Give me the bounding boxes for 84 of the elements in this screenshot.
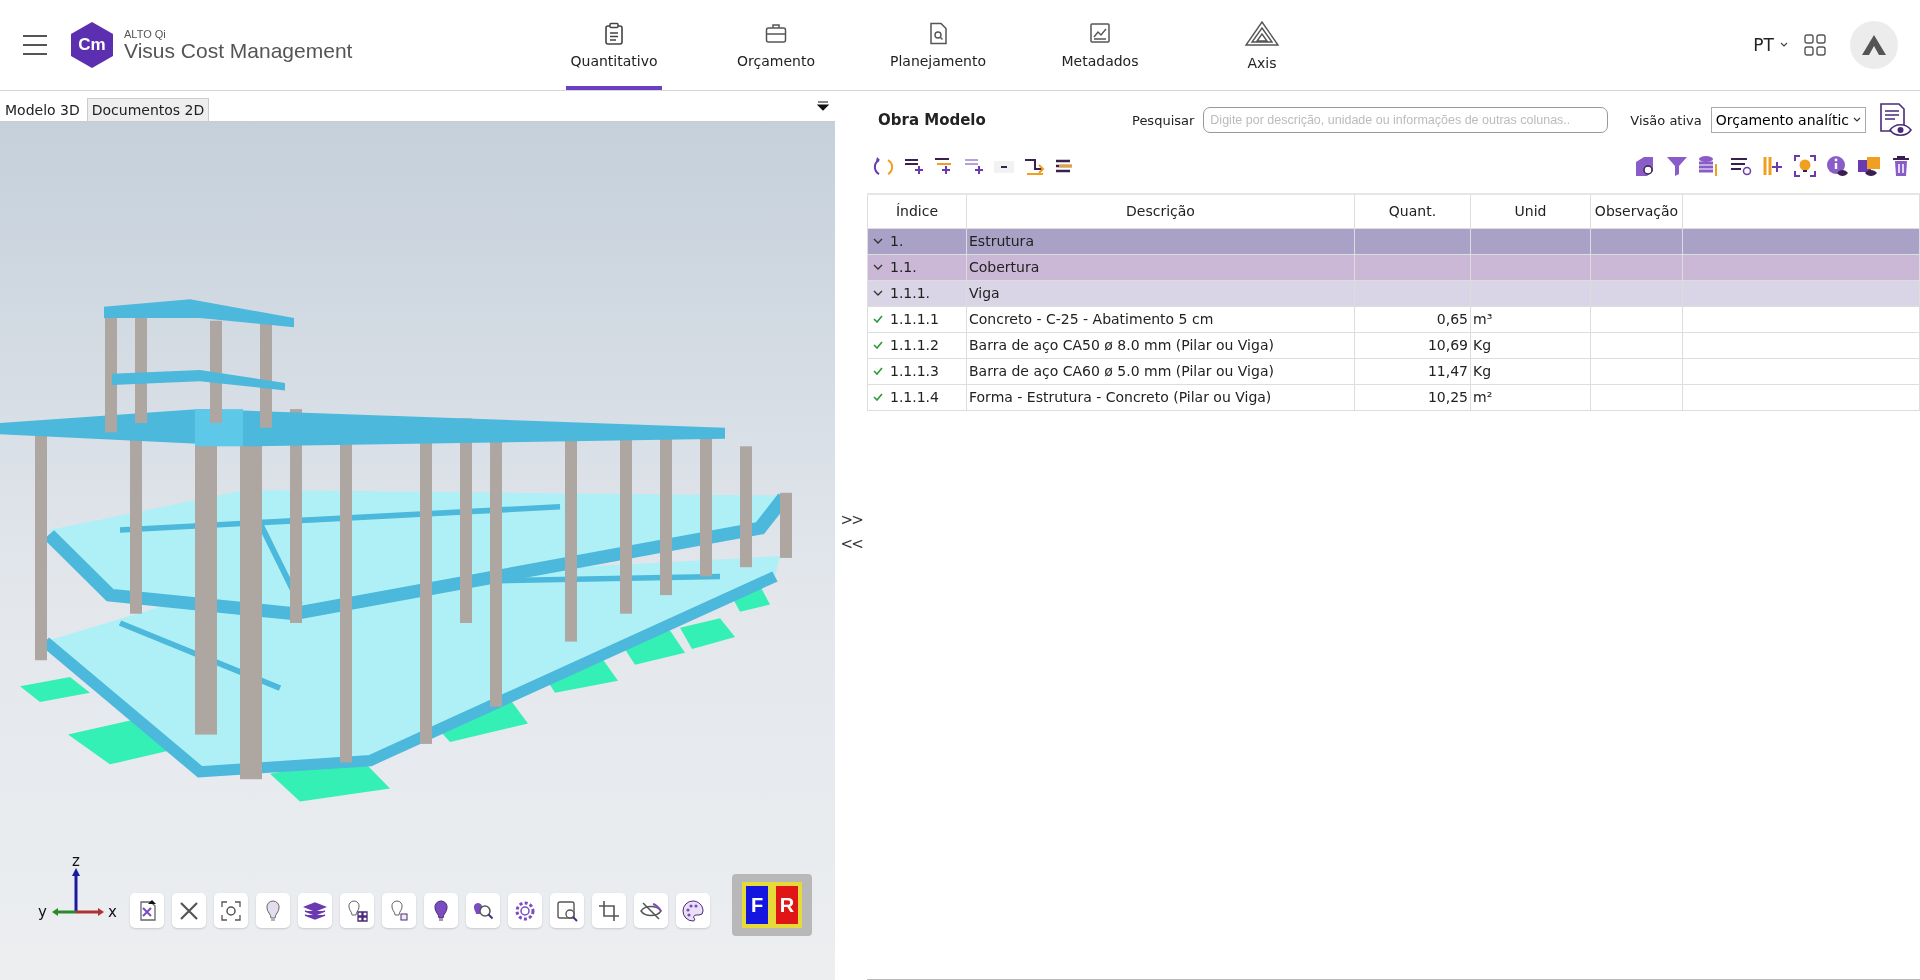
viewer-tool-button[interactable] bbox=[214, 893, 248, 928]
viewer-tab[interactable]: Documentos 2D bbox=[86, 98, 210, 121]
row-index: 1.1.1.3 bbox=[890, 363, 939, 379]
logo-badge: Cm bbox=[70, 21, 114, 69]
unit-cell: Kg bbox=[1470, 358, 1591, 384]
chevron-down-icon bbox=[873, 237, 883, 245]
focus-target-icon bbox=[219, 898, 243, 923]
quantity-cell: 10,69 bbox=[1354, 332, 1471, 358]
search-field[interactable]: Digite por descrição, unidade ou informações de outras colunas.. bbox=[1203, 107, 1609, 133]
row-index: 1.1.1. bbox=[890, 285, 931, 301]
chart-icon bbox=[1089, 21, 1111, 45]
document-view-icon[interactable] bbox=[1878, 102, 1912, 138]
expand-toggle[interactable] bbox=[873, 263, 883, 271]
description-cell: Barra de aço CA60 ø 5.0 mm (Pilar ou Viga) bbox=[966, 358, 1355, 384]
viewer-tool-button[interactable] bbox=[466, 893, 500, 928]
crop-icon bbox=[597, 898, 621, 923]
viewer-tool-button[interactable] bbox=[550, 893, 584, 928]
chevron-down-icon bbox=[1853, 117, 1861, 123]
zoom-area-icon bbox=[555, 898, 579, 923]
row-index: 1.1.1.4 bbox=[890, 389, 939, 405]
cube-face[interactable]: R bbox=[772, 882, 802, 928]
cube-face[interactable]: F bbox=[742, 882, 772, 928]
quantity-cell: 11,47 bbox=[1354, 358, 1471, 384]
row-index: 1. bbox=[890, 233, 904, 249]
menu-icon[interactable] bbox=[22, 34, 48, 56]
description-cell: Concreto - C-25 - Abatimento 5 cm bbox=[966, 306, 1355, 332]
row-index: 1.1. bbox=[890, 259, 917, 275]
unit-cell: m³ bbox=[1470, 306, 1591, 332]
project-title: Obra Modelo bbox=[878, 111, 987, 129]
axis-gizmo-icon bbox=[52, 868, 104, 916]
triangle-logo-icon bbox=[1861, 34, 1887, 56]
panel-toggle[interactable]: << bbox=[840, 535, 862, 553]
nav-tab[interactable]: Planejamento bbox=[890, 0, 986, 90]
chevron-down-icon bbox=[873, 289, 883, 297]
axis-label: z bbox=[72, 854, 80, 869]
3d-viewport[interactable]: z y x F R bbox=[0, 122, 836, 980]
bulb-frame-icon bbox=[1793, 154, 1819, 180]
unit-cell: Kg bbox=[1470, 332, 1591, 358]
expand-toggle[interactable] bbox=[873, 237, 883, 245]
description-cell: Viga bbox=[966, 280, 1355, 306]
viewer-tool-button[interactable] bbox=[340, 893, 374, 928]
clipboard-icon bbox=[603, 21, 625, 45]
description-cell: Cobertura bbox=[966, 254, 1355, 280]
panel-toggle[interactable]: >> bbox=[840, 511, 862, 529]
nav-tab[interactable]: Metadados bbox=[1052, 0, 1148, 90]
quantity-cell: 0,65 bbox=[1354, 306, 1471, 332]
nav-tab[interactable]: Quantitativo bbox=[566, 0, 662, 90]
triangle-icon bbox=[1245, 19, 1279, 47]
nav-tab[interactable]: Orçamento bbox=[728, 0, 824, 90]
expand-toggle[interactable] bbox=[873, 289, 883, 297]
bulb-grid-icon bbox=[345, 898, 369, 923]
description-cell: Barra de aço CA50 ø 8.0 mm (Pilar ou Viga) bbox=[966, 332, 1355, 358]
viewer-tool-button[interactable] bbox=[592, 893, 626, 928]
viewer-tool-button[interactable] bbox=[676, 893, 710, 928]
viewer-tool-button[interactable] bbox=[424, 893, 458, 928]
viewer-tool-button[interactable] bbox=[172, 893, 206, 928]
user-avatar[interactable] bbox=[1850, 21, 1898, 69]
description-cell: Forma - Estrutura - Concreto (Pilar ou Viga) bbox=[966, 384, 1355, 410]
row-index: 1.1.1.1 bbox=[890, 311, 939, 327]
viewer-tool-button[interactable] bbox=[298, 893, 332, 928]
dropdown-menu-icon[interactable] bbox=[817, 101, 830, 111]
chevron-down-icon bbox=[873, 263, 883, 271]
unit-cell: m² bbox=[1470, 384, 1591, 410]
product-name: Visus Cost Management bbox=[124, 40, 353, 61]
brand-name: ALTO Qi bbox=[124, 29, 167, 40]
quantity-cell: 10,25 bbox=[1354, 384, 1471, 410]
nav-tab[interactable]: Axis bbox=[1214, 0, 1310, 90]
language-selector[interactable]: PT bbox=[1753, 35, 1788, 55]
document-icon bbox=[927, 21, 949, 45]
search-label: Pesquisar bbox=[1132, 112, 1195, 128]
view-cube[interactable]: F R bbox=[732, 874, 812, 936]
axis-label: y bbox=[38, 905, 47, 920]
briefcase-icon bbox=[765, 21, 787, 45]
view-label: Visão ativa bbox=[1630, 112, 1702, 128]
row-index: 1.1.1.2 bbox=[890, 337, 939, 353]
axis-label: x bbox=[108, 905, 117, 920]
view-select[interactable]: Orçamento analític bbox=[1710, 107, 1866, 133]
palette-icon bbox=[681, 898, 705, 923]
description-cell: Estrutura bbox=[966, 228, 1355, 254]
chevron-down-icon bbox=[1780, 42, 1788, 48]
viewer-tool-button[interactable] bbox=[634, 893, 668, 928]
apps-grid-icon[interactable] bbox=[1804, 34, 1826, 56]
viewer-tool-button[interactable] bbox=[508, 893, 542, 928]
viewer-tool-button[interactable] bbox=[130, 893, 164, 928]
